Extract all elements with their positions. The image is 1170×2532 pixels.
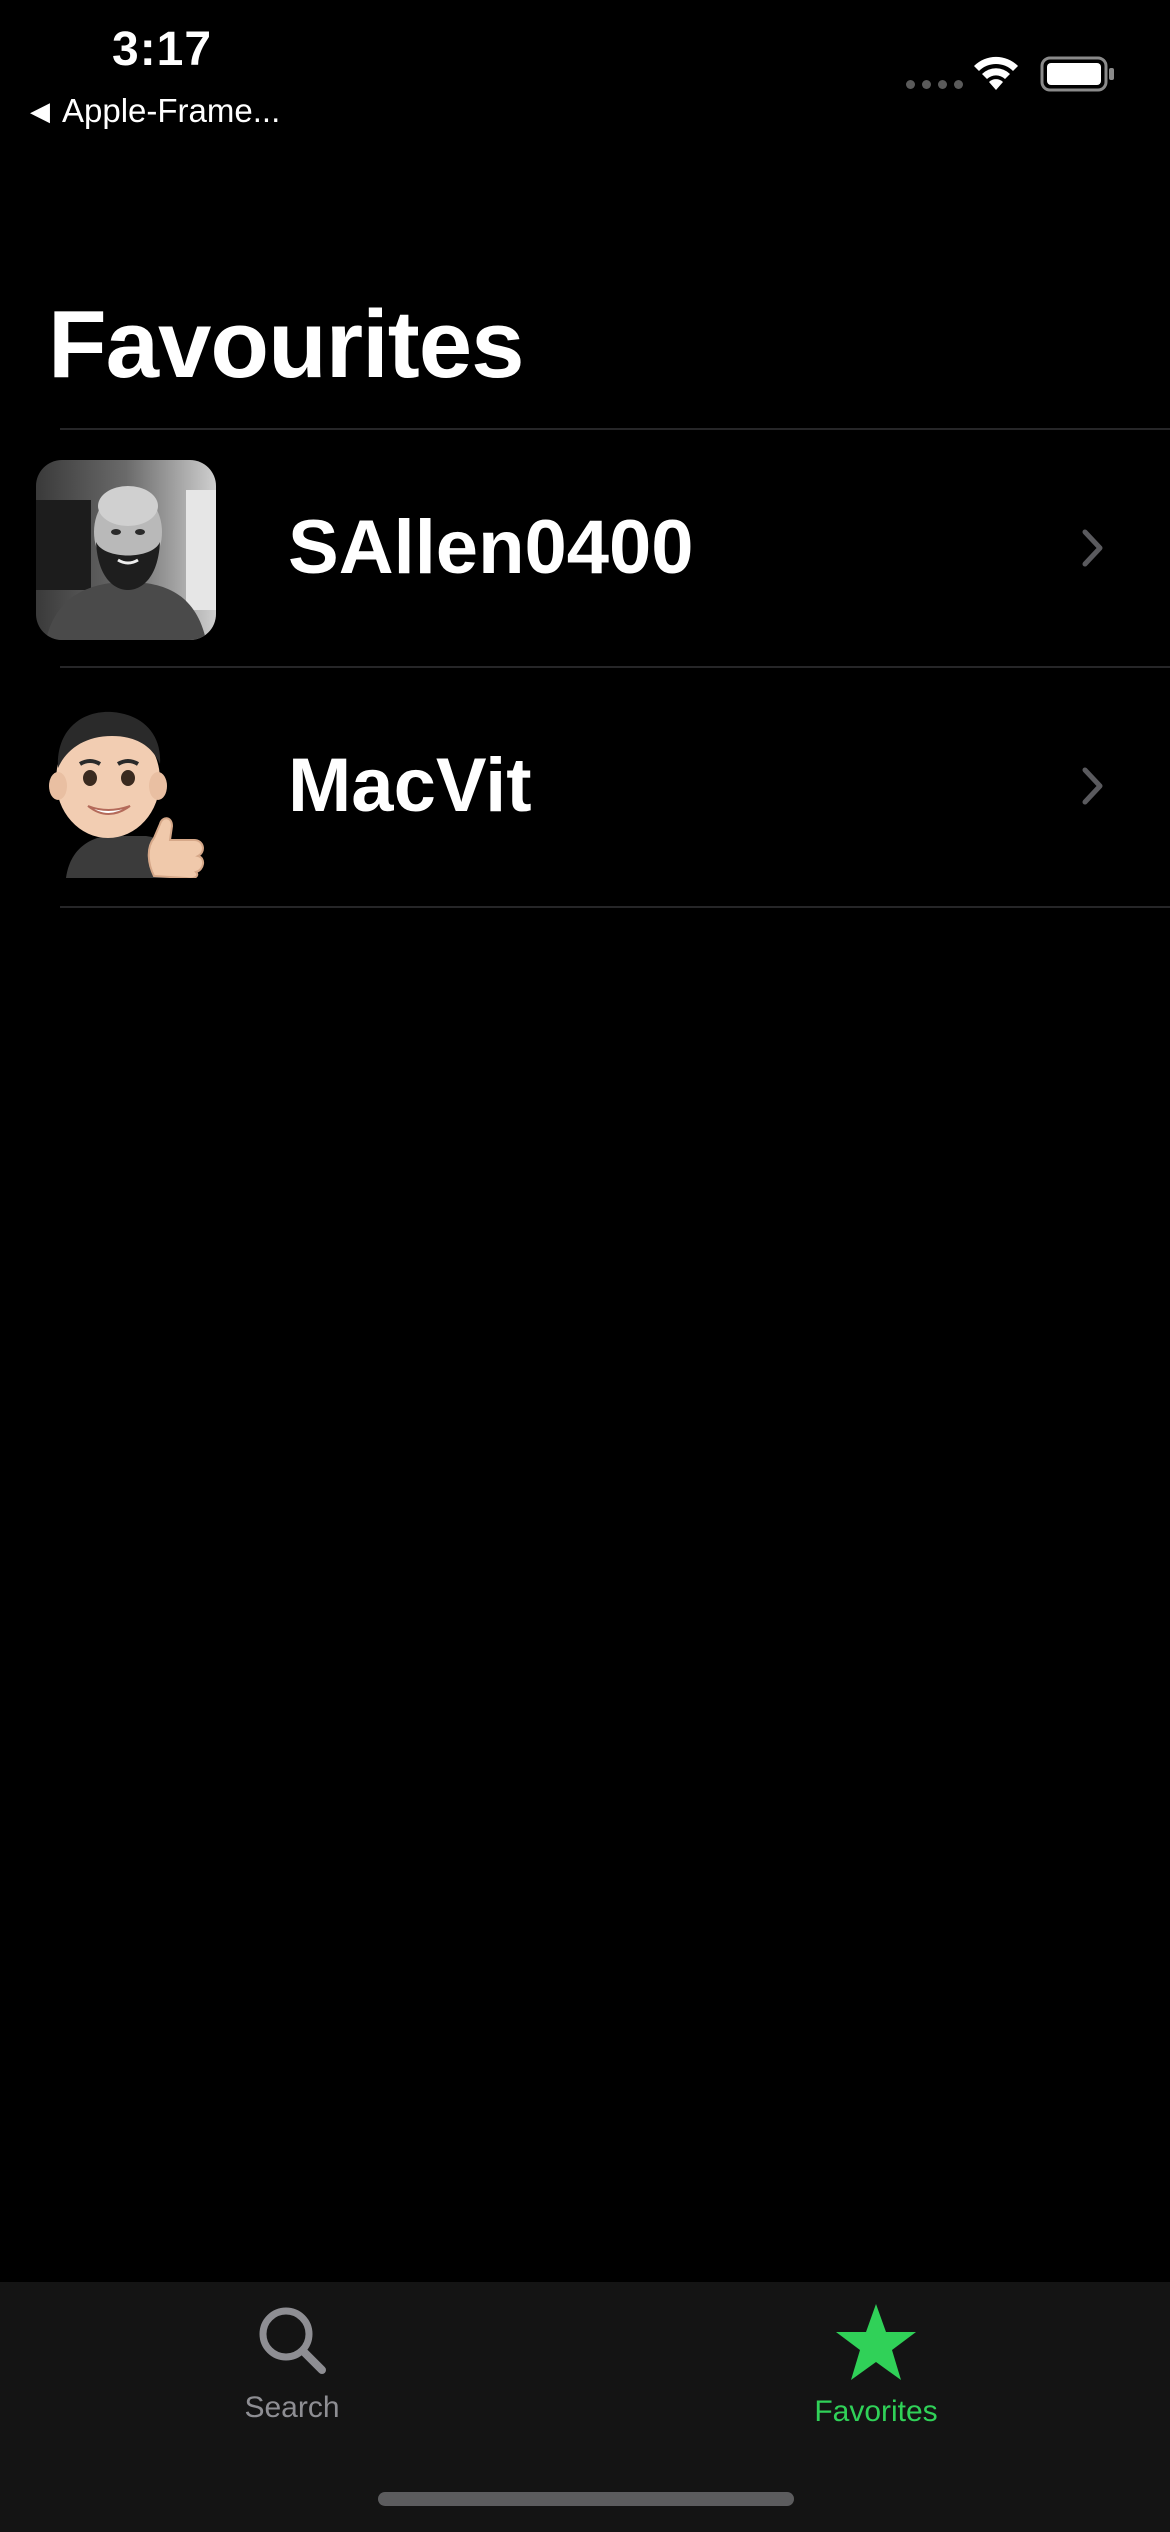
favorite-name: MacVit [288,743,532,828]
wifi-icon [974,56,1018,90]
tab-label: Search [244,2391,340,2424]
magnifying-glass-icon [259,2307,326,2374]
favorite-row-macvit[interactable]: MacVit [0,668,1170,904]
back-triangle-icon: ◀ [30,95,50,126]
tab-favorites[interactable]: Favorites [746,2302,1006,2442]
avatar [36,698,216,880]
profile-photo [36,460,216,640]
avatar [36,460,216,640]
favorite-row-sallen0400[interactable]: SAllen0400 [0,430,1170,666]
star-icon [836,2304,916,2380]
back-app-label: Apple-Frame... [62,92,281,129]
tab-search[interactable]: Search [162,2302,422,2442]
back-to-app-button[interactable]: ◀ Apple-Frame... [30,92,280,130]
status-time: 3:17 [112,23,213,76]
chevron-right-icon [1082,767,1103,805]
chevron-right-icon [1082,529,1103,567]
page-title: Favourites [48,291,524,398]
memoji-thumbs-up [49,711,204,880]
cellular-signal-icon [906,80,963,89]
tab-label: Favorites [814,2395,938,2428]
battery-icon [1040,56,1114,92]
favorite-name: SAllen0400 [288,505,694,590]
divider [60,906,1170,908]
home-indicator [378,2492,794,2506]
status-bar: 3:17 ◀ Apple-Frame... [0,0,1170,140]
